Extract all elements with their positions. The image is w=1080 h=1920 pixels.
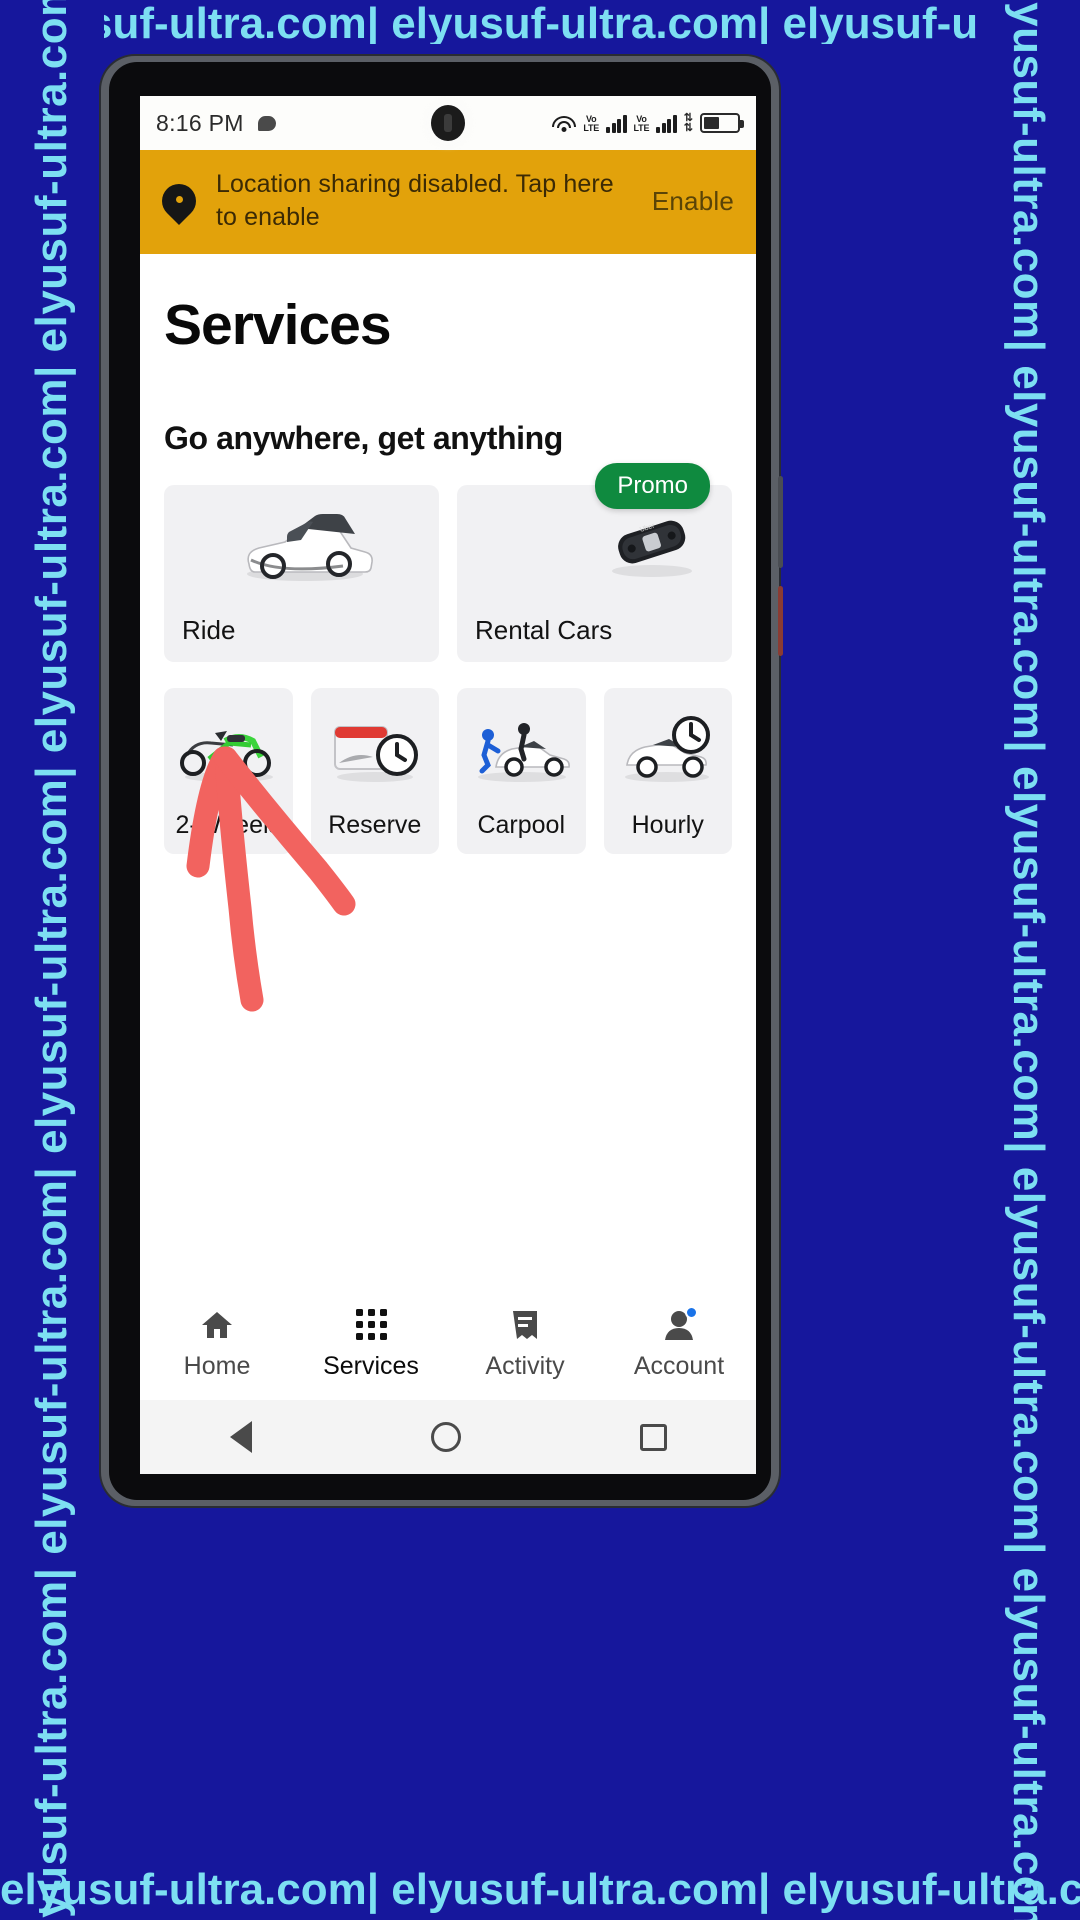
service-card-carpool[interactable]: Carpool	[457, 688, 586, 854]
watermark-right-rail: elyusuf-ultra.com| elyusuf-ultra.com| el…	[976, 0, 1080, 1920]
banner-message: Location sharing disabled. Tap here to e…	[216, 170, 614, 231]
phone-body: 8:16 PM Vo LTE Vo LTE ⇅ ⇅ Location shari…	[109, 62, 771, 1500]
account-notification-badge	[685, 1305, 698, 1319]
watermark-right-text: elyusuf-ultra.com| elyusuf-ultra.com| el…	[1004, 0, 1053, 1920]
nav-item-home[interactable]: Home	[140, 1308, 294, 1381]
data-swap-bottom: ⇅	[683, 122, 693, 134]
chat-bubble-icon	[257, 115, 276, 131]
grid-dots-icon	[355, 1308, 387, 1342]
volte-bottom-1: LTE	[583, 123, 600, 133]
service-card-rental-cars[interactable]: Promo Uber Rental Cars	[457, 463, 732, 662]
nav-label: Home	[183, 1351, 251, 1380]
status-bar: 8:16 PM Vo LTE Vo LTE ⇅ ⇅	[140, 96, 756, 150]
service-label: Reserve	[328, 811, 422, 839]
service-label: Rental Cars	[475, 615, 613, 645]
volte-bottom-2: LTE	[633, 123, 650, 133]
service-card-ride[interactable]: Ride	[164, 485, 439, 662]
status-icons: Vo LTE Vo LTE ⇅ ⇅	[551, 112, 744, 134]
services-grid-row: 2-Wheels Reserve Carpool Hourly	[164, 688, 732, 854]
service-card-2-wheels[interactable]: 2-Wheels	[164, 688, 293, 854]
signal-bars-icon-2	[656, 113, 677, 134]
phone-screen: 8:16 PM Vo LTE Vo LTE ⇅ ⇅ Location shari…	[140, 96, 756, 1474]
service-label: Hourly	[631, 811, 704, 839]
watermark-bottom: elyusuf-ultra.com| elyusuf-ultra.com| el…	[0, 1865, 1080, 1914]
location-sharing-banner[interactable]: Location sharing disabled. Tap here to e…	[140, 150, 756, 254]
car-key-fob-icon: Uber	[457, 495, 732, 595]
volume-button[interactable]	[778, 476, 783, 568]
status-time: 8:16 PM	[156, 109, 244, 136]
watermark-left-text: elyusuf-ultra.com| elyusuf-ultra.com| el…	[27, 0, 76, 1920]
recents-square-icon[interactable]	[639, 1423, 667, 1451]
service-label: 2-Wheels	[175, 811, 282, 839]
service-label: Ride	[182, 615, 236, 645]
carpool-people-icon	[457, 698, 586, 798]
receipt-icon	[511, 1308, 539, 1342]
nav-label: Activity	[485, 1351, 565, 1380]
volte-icon-1: Vo LTE	[583, 114, 600, 134]
nav-item-account[interactable]: Account	[602, 1305, 756, 1381]
front-camera-punchhole-icon	[431, 105, 465, 141]
volte-icon-2: Vo LTE	[633, 114, 650, 134]
home-circle-icon[interactable]	[430, 1422, 461, 1452]
location-pin-icon	[154, 176, 204, 226]
watermark-top: elyusuf-ultra.com| elyusuf-ultra.com| el…	[0, 0, 1080, 44]
bottom-navigation: Home Services Activity Account	[140, 1288, 756, 1400]
car-icon	[164, 495, 439, 595]
signal-bars-icon-1	[606, 113, 627, 134]
calendar-clock-icon	[311, 698, 440, 798]
battery-icon	[700, 113, 744, 134]
service-card-reserve[interactable]: Reserve	[310, 688, 440, 854]
android-navigation-bar	[140, 1400, 756, 1474]
home-icon	[200, 1308, 234, 1342]
promo-badge: Promo	[595, 463, 710, 509]
back-triangle-icon[interactable]	[229, 1421, 252, 1453]
service-label: Carpool	[477, 811, 566, 839]
person-icon	[664, 1305, 698, 1342]
services-content: Services Go anywhere, get anything Ride …	[140, 254, 756, 1314]
phone-frame: 8:16 PM Vo LTE Vo LTE ⇅ ⇅ Location shari…	[101, 56, 783, 1506]
watermark-left-rail: elyusuf-ultra.com| elyusuf-ultra.com| el…	[0, 0, 104, 1920]
data-swap-icon: ⇅ ⇅	[683, 112, 693, 134]
enable-button[interactable]: Enable	[652, 186, 734, 217]
featured-services-row: Ride Promo Uber Rental Cars	[164, 463, 732, 662]
power-button[interactable]	[778, 586, 783, 656]
nav-item-services[interactable]: Services	[294, 1308, 448, 1381]
nav-label: Services	[323, 1351, 419, 1380]
car-clock-icon	[604, 698, 733, 798]
service-card-hourly[interactable]: Hourly	[603, 688, 733, 854]
nav-item-activity[interactable]: Activity	[448, 1308, 602, 1381]
wifi-icon	[551, 113, 576, 133]
scooter-bike-icon	[164, 698, 293, 798]
section-title: Go anywhere, get anything	[164, 420, 563, 456]
page-title: Services	[164, 293, 392, 357]
nav-label: Account	[633, 1351, 725, 1380]
